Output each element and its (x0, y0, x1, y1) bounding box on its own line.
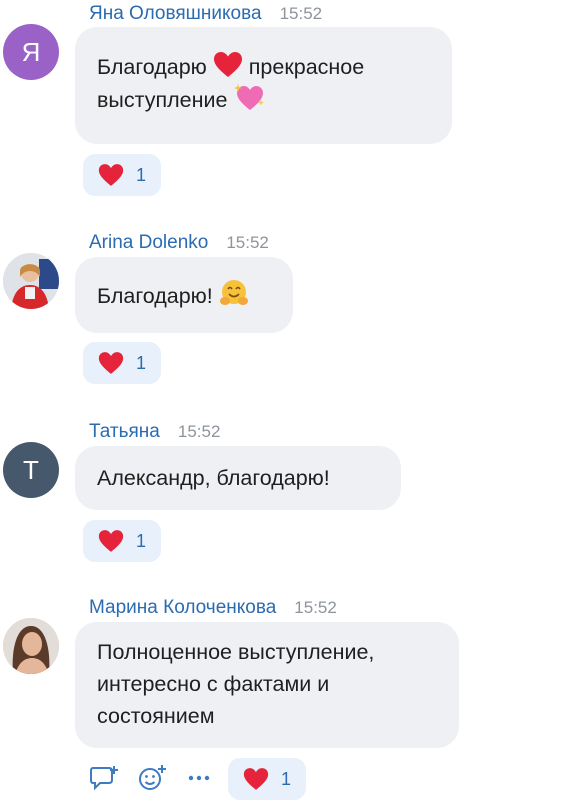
avatar-letter: Я (21, 36, 41, 67)
reply-icon[interactable] (89, 764, 119, 792)
message-text: Благодарю (97, 55, 207, 79)
heart-reaction-button[interactable]: 1 (83, 342, 161, 384)
message-header: Татьяна 15:52 (89, 421, 220, 443)
message-text: Полноценное выступление, интересно с фак… (97, 640, 375, 728)
heart-reaction-button[interactable]: 1 (228, 758, 306, 800)
author-name[interactable]: Марина Колоченкова (89, 597, 276, 619)
avatar[interactable]: Я (3, 24, 59, 80)
author-name[interactable]: Татьяна (89, 421, 160, 443)
more-icon[interactable] (187, 772, 211, 784)
message-bubble: Благодарю прекрасное выступление (75, 27, 452, 144)
heart-icon (98, 530, 124, 552)
avatar[interactable] (3, 618, 59, 674)
message-text: Александр, благодарю! (97, 466, 330, 490)
reaction-count: 1 (135, 352, 146, 373)
message-bubble: Александр, благодарю! (75, 446, 401, 510)
add-reaction-icon[interactable] (137, 764, 167, 792)
sparkling-heart-emoji-icon (234, 84, 265, 110)
user-photo-icon (3, 618, 59, 674)
reaction-count: 1 (280, 768, 291, 789)
hugging-face-emoji-icon (219, 280, 248, 305)
avatar-letter: Т (23, 454, 39, 485)
timestamp: 15:52 (177, 422, 221, 441)
timestamp: 15:52 (294, 598, 337, 617)
message-text: Благодарю! (97, 284, 213, 308)
heart-reaction-button[interactable]: 1 (83, 154, 161, 196)
reaction-count: 1 (135, 530, 146, 551)
heart-reaction-button[interactable]: 1 (83, 520, 161, 562)
author-name[interactable]: Яна Оловяшникова (89, 3, 262, 25)
reaction-count: 1 (135, 164, 146, 185)
avatar[interactable] (3, 253, 59, 309)
author-name[interactable]: Arina Dolenko (89, 232, 208, 254)
user-photo-icon (3, 253, 59, 309)
message-header: Яна Оловяшникова 15:52 (89, 3, 322, 25)
heart-emoji-icon (213, 52, 242, 77)
message-header: Arina Dolenko 15:52 (89, 232, 269, 254)
message-bubble: Полноценное выступление, интересно с фак… (75, 622, 459, 748)
heart-icon (243, 768, 269, 790)
message-header: Марина Колоченкова 15:52 (89, 597, 337, 619)
heart-icon (98, 352, 124, 374)
message-bubble: Благодарю! (75, 257, 293, 333)
heart-icon (98, 164, 124, 186)
timestamp: 15:52 (226, 233, 269, 252)
timestamp: 15:52 (279, 4, 323, 23)
avatar[interactable]: Т (3, 442, 59, 498)
